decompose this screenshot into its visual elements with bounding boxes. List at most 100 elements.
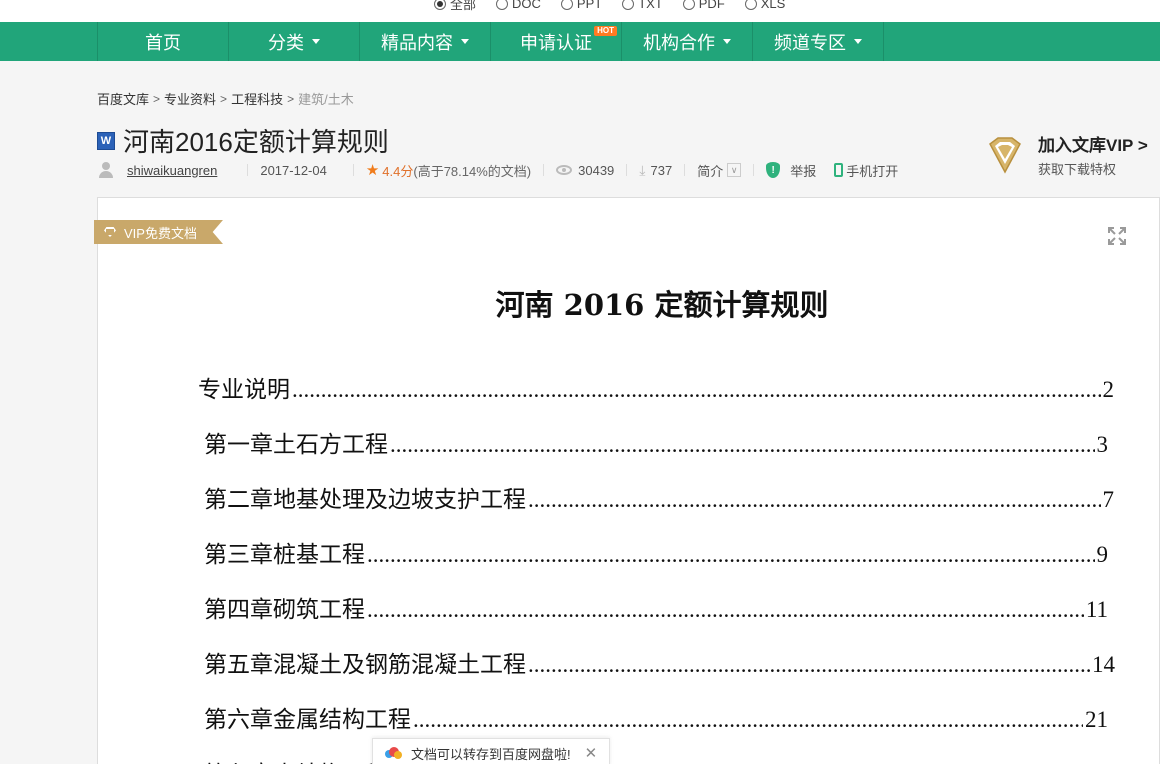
caret-down-icon [723,39,731,44]
rating-score: 4.4分 [382,163,414,179]
caret-down-icon [461,39,469,44]
radio-ppt[interactable]: PPT [560,0,603,13]
radio-txt[interactable]: TXT [622,0,663,13]
toc-leader: ........................................… [413,707,1083,732]
divider [247,164,249,176]
cloud-icon [385,747,402,759]
radio-dot [560,0,573,10]
vip-text: 加入文库VIP > 获取下载特权 [1038,131,1148,178]
diamond-icon [104,227,116,237]
toc-entry[interactable]: 第二章地基处理及边坡支护工程 .........................… [204,480,1114,514]
file-type-radios: 全部 DOC PPT TXT PDF XLS [434,0,805,13]
radio-all[interactable]: 全部 [434,0,476,13]
main-nav: 首页 分类 精品内容 申请认证 HOT 机构合作 频道专区 [0,22,1160,61]
divider [684,164,686,176]
breadcrumb-separator: > [153,91,161,106]
radio-pdf[interactable]: PDF [682,0,725,13]
doc-title-row: W 河南2016定额计算规则 [97,122,389,159]
download-count: 737 [650,162,673,178]
intro-toggle[interactable]: 简介 ∨ [697,161,742,180]
radio-label: XLS [760,0,786,11]
nav-label: 频道专区 [774,32,846,53]
radio-label: DOC [512,0,541,11]
nav-label: 申请认证 [520,32,592,53]
page-heading: 河南 2016 定额计算规则 [495,288,829,322]
radio-label: PDF [698,0,725,11]
toc-leader: ........................................… [292,377,1101,402]
toc-entry[interactable]: 第五章混凝土及钢筋混凝土工程 .........................… [204,645,1115,679]
diamond-icon [989,136,1021,174]
nav-channels[interactable]: 频道专区 [753,22,884,61]
radio-label: 全部 [450,0,477,12]
download-icon: ⤓ [639,161,646,178]
nav-category[interactable]: 分类 [229,22,360,61]
vip-free-ribbon: VIP免费文档 [94,220,223,244]
toc-page: 14 [1092,652,1115,677]
user-avatar-icon [97,161,115,179]
save-to-pan-toast: 文档可以转存到百度网盘啦! ✕ [372,738,610,764]
radio-dot [496,0,509,10]
ribbon-label: VIP免费文档 [124,225,197,241]
caret-down-icon [312,39,320,44]
nav-label: 首页 [145,32,181,53]
vip-subtitle: 获取下载特权 [1038,162,1117,177]
breadcrumb-current: 建筑/土木 [298,92,354,107]
phone-icon [834,163,844,177]
divider [626,164,628,176]
radio-xls[interactable]: XLS [744,0,786,13]
toc-label: 第四章砌筑工程 [204,597,365,622]
intro-label: 简介 [697,163,724,179]
nav-home[interactable]: 首页 [98,22,229,61]
toc-entry[interactable]: 第七章木结构工程................................… [204,755,1108,764]
breadcrumb-separator: > [287,91,295,106]
word-doc-icon: W [97,131,115,150]
nav-premium[interactable]: 精品内容 [360,22,491,61]
breadcrumb-link[interactable]: 百度文库 [97,89,149,108]
nav-partnership[interactable]: 机构合作 [622,22,753,61]
radio-label: TXT [638,0,663,11]
hot-badge: HOT [594,26,617,36]
toc-label: 第三章桩基工程 [204,542,365,567]
upload-date: 2017-12-04 [260,162,327,178]
toc-page: 3 [1096,432,1109,457]
radio-doc[interactable]: DOC [496,0,541,13]
toc-label: 第七章木结构工程 [204,755,388,764]
nav-certification[interactable]: 申请认证 HOT [491,22,622,61]
toc-label: 第二章地基处理及边坡支护工程 [204,487,526,512]
breadcrumb-link[interactable]: 专业资料 [164,89,216,108]
close-icon[interactable]: ✕ [585,744,598,762]
radio-dot [622,0,635,10]
toc-entry[interactable]: 第四章砌筑工程.................................… [204,590,1108,624]
nav-label: 机构合作 [643,32,715,53]
vip-promo[interactable]: 加入文库VIP > 获取下载特权 [984,131,1148,178]
nav-label: 精品内容 [381,32,453,53]
toc-entry[interactable]: 第一章土石方工程................................… [204,425,1108,459]
file-type-filter-bar: 全部 DOC PPT TXT PDF XLS [0,0,1160,22]
nav-label: 分类 [268,32,304,53]
star-icon: ★ [365,162,380,179]
breadcrumb-link[interactable]: 工程科技 [231,89,283,108]
toc-label: 专业说明 [198,377,290,402]
radio-label: PPT [576,0,603,11]
toc-page: 2 [1102,377,1115,402]
toc-label: 第一章土石方工程 [204,432,388,457]
toc-entry[interactable]: 第三章桩基工程.................................… [204,535,1108,569]
report-link[interactable]: 举报 [790,161,816,180]
chevron-down-icon: ∨ [727,163,742,177]
toc-leader: ........................................… [367,542,1095,567]
mobile-open-link[interactable]: 手机打开 [846,161,898,180]
caret-down-icon [854,39,862,44]
author-link[interactable]: shiwaikuangren [127,163,217,178]
document-viewer: VIP免费文档 河南 2016 定额计算规则 专业说明 ............… [94,197,1160,764]
divider [543,164,545,176]
shield-icon: ! [766,162,781,178]
eye-icon [556,165,573,175]
toc-entry[interactable]: 第六章金属结构工程...............................… [204,700,1108,734]
toc-leader: ........................................… [528,487,1101,512]
doc-title: 河南2016定额计算规则 [123,127,389,157]
toc-leader: ........................................… [390,432,1095,457]
fullscreen-icon[interactable] [1107,226,1127,246]
toast-text: 文档可以转存到百度网盘啦! [411,746,571,762]
toc-page: 11 [1085,597,1108,622]
toc-entry[interactable]: 专业说明 ...................................… [198,370,1114,404]
